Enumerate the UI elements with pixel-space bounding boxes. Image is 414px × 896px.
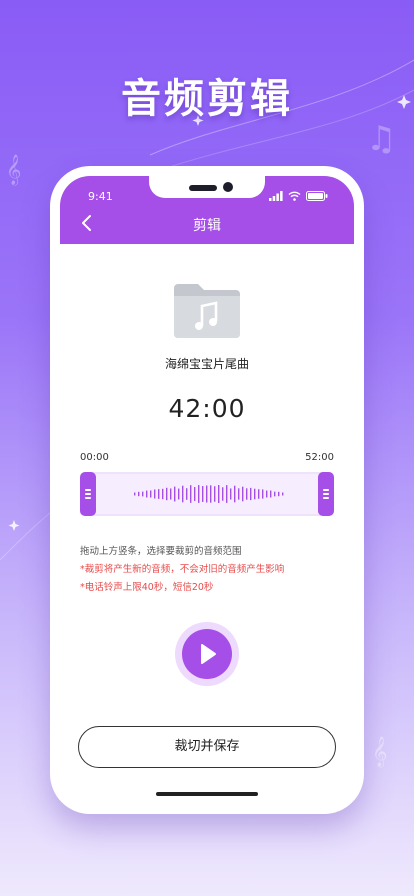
waveform-bar (250, 487, 252, 501)
music-file-icon (174, 284, 240, 338)
waveform-bar (270, 490, 272, 498)
trim-start-handle[interactable] (80, 472, 96, 516)
waveform-bar (266, 490, 268, 498)
waveform-bar (166, 487, 168, 501)
trim-instruction: 拖动上方竖条，选择要裁剪的音频范围 (80, 546, 242, 557)
svg-text:♫: ♫ (366, 119, 396, 159)
waveform-bar (254, 488, 256, 500)
waveform-bar (262, 489, 264, 499)
waveform-bar (190, 485, 192, 503)
svg-text:𝄞: 𝄞 (6, 154, 21, 186)
waveform-bar (138, 491, 140, 497)
trim-end-handle[interactable] (318, 472, 334, 516)
waveform-track[interactable] (86, 472, 326, 516)
app-header: 9:41 剪辑 (60, 176, 354, 244)
waveform-bar (154, 489, 156, 499)
waveform-bar (234, 485, 236, 503)
signal-icon (269, 190, 283, 201)
waveform-bar (218, 484, 220, 504)
waveform-bar (210, 485, 212, 503)
phone-mockup: 9:41 剪辑 海绵宝宝片尾曲 42:00 00:00 52:00 拖动上方竖条… (50, 166, 364, 814)
trim-warning-limits: *电话铃声上限40秒，短信20秒 (80, 582, 214, 593)
track-duration: 42:00 (168, 394, 246, 423)
waveform-bar (158, 489, 160, 499)
waveform-bar (174, 486, 176, 502)
play-icon (201, 644, 216, 664)
waveform-bar (246, 488, 248, 500)
waveform-bar (222, 487, 224, 501)
waveform-bar (198, 485, 200, 503)
waveform-bar (274, 491, 276, 497)
page-title: 剪辑 (193, 218, 221, 234)
phone-notch (149, 176, 265, 198)
status-icons (269, 190, 328, 201)
waveform-bar (134, 492, 136, 496)
play-button[interactable] (175, 622, 239, 686)
waveform-bar (146, 490, 148, 498)
track-name: 海绵宝宝片尾曲 (164, 357, 249, 371)
waveform-bar (226, 485, 228, 503)
waveform-bar (206, 485, 208, 503)
waveform-bar (170, 488, 172, 500)
waveform (134, 484, 284, 504)
wifi-icon (288, 191, 301, 201)
status-time: 9:41 (88, 190, 113, 203)
trim-start-time: 00:00 (80, 452, 109, 463)
trim-end-time: 52:00 (305, 452, 334, 463)
waveform-bar (182, 485, 184, 503)
cut-and-save-button[interactable]: 裁切并保存 (78, 726, 336, 768)
waveform-bar (238, 488, 240, 500)
waveform-bar (162, 488, 164, 500)
waveform-bar (178, 488, 180, 500)
waveform-bar (214, 486, 216, 502)
svg-text:𝄞: 𝄞 (372, 736, 387, 768)
waveform-bar (258, 489, 260, 499)
waveform-bar (242, 486, 244, 502)
waveform-bar (230, 488, 232, 500)
waveform-bar (142, 491, 144, 497)
battery-icon (306, 190, 328, 201)
waveform-bar (186, 488, 188, 500)
promo-headline: 音频剪辑 (121, 76, 293, 122)
waveform-bar (282, 492, 284, 496)
waveform-bar (278, 491, 280, 497)
trim-warning-new-audio: *裁剪将产生新的音频，不会对旧的音频产生影响 (80, 564, 285, 575)
waveform-bar (202, 486, 204, 502)
waveform-bar (194, 487, 196, 501)
home-indicator (156, 792, 258, 796)
waveform-bar (150, 490, 152, 498)
